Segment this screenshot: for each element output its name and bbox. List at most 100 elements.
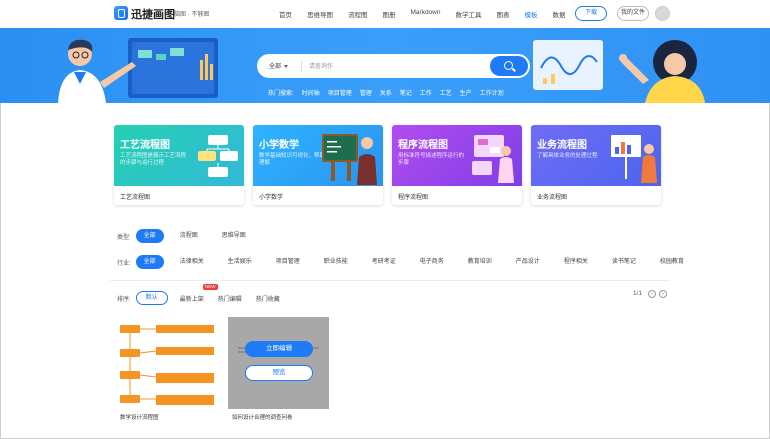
sort-hot-favorite[interactable]: 热门收藏 (256, 294, 280, 303)
nav-item-album[interactable]: 图册 (383, 9, 396, 19)
type-filter-flowchart[interactable]: 流程图 (172, 229, 206, 243)
template-caption: 数学设计流程图 (120, 415, 159, 421)
industry-filter-item[interactable]: 法律相关 (172, 255, 212, 269)
sort-label: 排序: (117, 296, 131, 303)
card-banner: 小学数学 数学基础知识可视化，帮助理解 (253, 125, 383, 186)
category-card-business[interactable]: 业务流程图 了解具体业务的处理过程 业务流程图 (531, 125, 661, 205)
hot-term[interactable]: 工作 (420, 88, 432, 97)
industry-filter-item[interactable]: 生活娱乐 (220, 255, 260, 269)
industry-filter-label: 行业: (117, 260, 131, 267)
industry-filter-item[interactable]: 职业技能 (316, 255, 356, 269)
category-card-process[interactable]: 工艺流程图 工艺流程图是展示工艺流程的步骤与运行过程 工艺流程图 (114, 125, 244, 205)
nav-item-mindmap[interactable]: 思维导图 (307, 9, 333, 19)
type-filter-mindmap[interactable]: 思维导图 (214, 229, 254, 243)
sort-hot-edit[interactable]: 热门编辑 (218, 294, 242, 303)
type-filter-all[interactable]: 全部 (135, 229, 164, 243)
nav-item-chart[interactable]: 图表 (496, 9, 509, 19)
search-input[interactable]: 请查询作 (309, 61, 333, 70)
program-illustration-icon (472, 135, 514, 183)
category-card-program[interactable]: 程序流程图 用标准符号描述程序运行的步骤 程序流程图 (392, 125, 522, 205)
card-description: 了解具体业务的处理过程 (537, 153, 598, 159)
template-thumbnail (116, 317, 217, 409)
chevron-down-icon (284, 64, 289, 68)
card-caption: 业务流程图 (537, 195, 568, 201)
template-card-hovered[interactable]: 立即编辑 预览 如何设计合理的调查问卷 (228, 317, 329, 427)
industry-filter-item[interactable]: 教育培训 (460, 255, 500, 269)
avatar[interactable] (655, 6, 670, 21)
prev-page-button[interactable]: ‹ (648, 290, 656, 298)
download-button[interactable]: 下载 (575, 6, 607, 21)
hot-search-terms: 热门搜索: 时间轴 项目管理 管理 关系 笔记 工作 工艺 生产 工作计划 (268, 88, 512, 97)
illustration-teacher-board (58, 38, 218, 103)
card-title: 工艺流程图 (120, 140, 170, 151)
card-description: 用标准符号描述程序运行的步骤 (398, 153, 465, 166)
card-banner: 工艺流程图 工艺流程图是展示工艺流程的步骤与运行过程 (114, 125, 244, 186)
preview-button[interactable]: 预览 (245, 365, 313, 381)
nav-item-data[interactable]: 数据 (552, 9, 565, 19)
card-description: 数学基础知识可视化，帮助理解 (259, 153, 326, 166)
search-scope-dropdown[interactable]: 全部 (269, 61, 289, 70)
main-nav: 首页 思维导图 流程图 图册 Markdown 数学工具 图表 模板 数据 (279, 9, 580, 19)
sort-newest[interactable]: 最新上架 (180, 294, 204, 303)
industry-filter-row: 行业: 全部 法律相关 生活娱乐 项目管理 职业技能 考研考证 电子商务 教育培… (117, 255, 700, 269)
card-description: 工艺流程图是展示工艺流程的步骤与运行过程 (120, 153, 187, 166)
industry-filter-item[interactable]: 产品设计 (508, 255, 548, 269)
industry-filter-item[interactable]: 程序相关 (556, 255, 596, 269)
hot-term[interactable]: 生产 (460, 88, 472, 97)
template-card[interactable]: 数学设计流程图 (116, 317, 217, 427)
industry-filter-item[interactable]: 读书笔记 (604, 255, 644, 269)
industry-filter-item[interactable]: 校园教育 (652, 255, 692, 269)
nav-item-flowchart[interactable]: 流程图 (348, 9, 368, 19)
type-filter-label: 类型: (117, 234, 131, 241)
new-badge: NEW (203, 284, 218, 290)
type-filter-row: 类型: 全部 流程图 思维导图 (117, 229, 262, 243)
section-divider (110, 280, 670, 281)
card-title: 程序流程图 (398, 140, 448, 151)
my-files-button[interactable]: 我的文件 (617, 6, 649, 21)
industry-filter-item[interactable]: 电子商务 (412, 255, 452, 269)
illustration-woman-chart (533, 40, 705, 103)
brand-subtitle: 脑图 · 不够图 (174, 12, 210, 18)
business-presentation-icon (611, 135, 657, 183)
industry-filter-all[interactable]: 全部 (135, 255, 164, 269)
industry-filter-item[interactable]: 考研考证 (364, 255, 404, 269)
top-header: 迅捷画图 脑图 · 不够图 首页 思维导图 流程图 图册 Markdown 数学… (0, 0, 770, 28)
hot-term[interactable]: 项目管理 (328, 88, 352, 97)
card-caption: 小学数学 (259, 195, 284, 201)
card-caption: 程序流程图 (398, 195, 429, 201)
hot-term[interactable]: 关系 (380, 88, 392, 97)
template-caption: 如何设计合理的调查问卷 (232, 415, 293, 421)
category-card-math[interactable]: 小学数学 数学基础知识可视化，帮助理解 小学数学 (253, 125, 383, 205)
edit-now-button[interactable]: 立即编辑 (245, 341, 313, 357)
next-page-button[interactable]: › (659, 290, 667, 298)
sort-row: 排序: 默认 最新上架 热门编辑 热门收藏 (117, 291, 280, 305)
hot-search-label: 热门搜索: (268, 91, 294, 97)
card-caption: 工艺流程图 (120, 195, 151, 201)
flowchart-illustration-icon (198, 135, 238, 177)
hot-term[interactable]: 笔记 (400, 88, 412, 97)
app-logo-icon[interactable] (114, 6, 128, 20)
card-banner: 程序流程图 用标准符号描述程序运行的步骤 (392, 125, 522, 186)
chalkboard-teacher-icon (322, 134, 377, 185)
hot-term[interactable]: 工艺 (440, 88, 452, 97)
card-banner: 业务流程图 了解具体业务的处理过程 (531, 125, 661, 186)
hero-banner: 全部 请查询作 热门搜索: 时间轴 项目管理 管理 关系 笔记 工作 工艺 生产… (0, 28, 770, 103)
template-thumbnail (228, 317, 329, 409)
nav-item-home[interactable]: 首页 (279, 9, 292, 19)
card-title: 业务流程图 (537, 140, 587, 151)
page-indicator: 1/1 (633, 290, 643, 297)
nav-item-templates[interactable]: 模板 (524, 9, 537, 19)
sort-default[interactable]: 默认 (135, 291, 168, 305)
hot-term[interactable]: 时间轴 (302, 88, 320, 97)
search-bar: 全部 请查询作 (257, 54, 530, 78)
hot-term[interactable]: 管理 (360, 88, 372, 97)
search-divider (301, 61, 302, 71)
search-button[interactable] (490, 56, 528, 76)
search-icon (504, 61, 513, 70)
industry-filter-item[interactable]: 项目管理 (268, 255, 308, 269)
nav-item-math[interactable]: 数学工具 (455, 9, 481, 19)
hot-term[interactable]: 工作计划 (480, 88, 504, 97)
card-title: 小学数学 (259, 140, 299, 151)
nav-item-markdown[interactable]: Markdown (411, 9, 441, 19)
brand-name[interactable]: 迅捷画图 (131, 6, 175, 22)
